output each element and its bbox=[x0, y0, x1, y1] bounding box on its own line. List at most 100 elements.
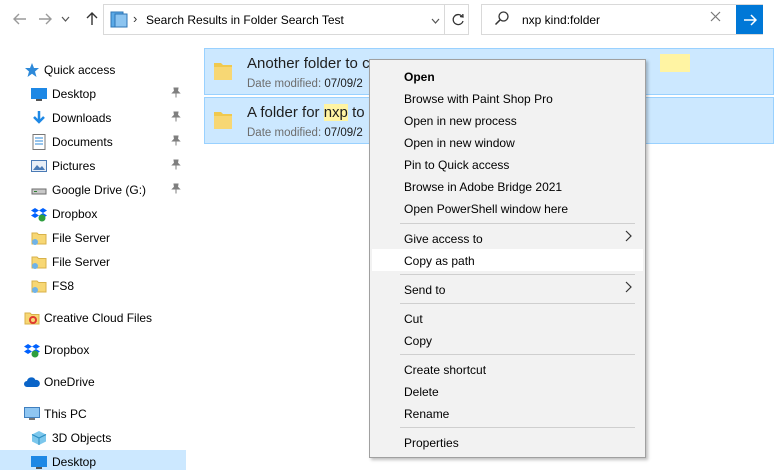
drive-icon bbox=[31, 188, 47, 195]
menu-item-browse-adobe-bridge[interactable]: Browse in Adobe Bridge 2021 bbox=[372, 175, 643, 197]
folder-icon bbox=[214, 63, 232, 80]
sidebar-item-label: FS8 bbox=[52, 279, 75, 293]
sidebar-item-desktop[interactable]: Desktop bbox=[0, 82, 186, 106]
onedrive-icon bbox=[24, 377, 40, 387]
folder-icon bbox=[31, 232, 47, 245]
sidebar-item-pictures[interactable]: Pictures bbox=[0, 154, 186, 178]
sidebar-item-creative-cloud-files[interactable]: Creative Cloud Files bbox=[0, 306, 186, 330]
address-bar[interactable]: › Search Results in Folder Search Test bbox=[103, 4, 469, 35]
sidebar-item-label: Documents bbox=[52, 135, 113, 149]
address-path: Search Results in Folder Search Test bbox=[146, 13, 344, 27]
sidebar-item-label: File Server bbox=[52, 255, 111, 269]
sidebar-item-label: Downloads bbox=[52, 111, 112, 125]
sidebar-item-label: File Server bbox=[52, 231, 111, 245]
folder-icon bbox=[214, 112, 232, 129]
pin-icon bbox=[171, 159, 181, 173]
search-hit-highlight bbox=[660, 54, 690, 72]
sidebar-item-label: Creative Cloud Files bbox=[44, 311, 153, 325]
sidebar-item-label: Quick access bbox=[44, 63, 116, 77]
sidebar-item-fs8[interactable]: FS8 bbox=[0, 274, 186, 298]
desktop-icon bbox=[31, 456, 47, 469]
address-dropdown-icon[interactable] bbox=[425, 11, 445, 30]
context-menu: Open Browse with Paint Shop Pro Open in … bbox=[369, 59, 646, 458]
up-arrow-icon[interactable] bbox=[80, 6, 104, 32]
sidebar-item-label: Dropbox bbox=[44, 343, 90, 357]
menu-item-create-shortcut[interactable]: Create shortcut bbox=[372, 358, 643, 380]
search-location-icon bbox=[110, 11, 128, 28]
result-meta: Date modified: 07/09/2 bbox=[247, 127, 363, 139]
menu-separator bbox=[400, 223, 635, 224]
sidebar-item-3d-objects[interactable]: 3D Objects bbox=[0, 426, 186, 450]
navigation-bar: › Search Results in Folder Search Test n… bbox=[0, 0, 777, 40]
menu-item-delete[interactable]: Delete bbox=[372, 380, 643, 402]
search-input[interactable]: nxp kind:folder bbox=[522, 13, 600, 27]
menu-item-properties[interactable]: Properties bbox=[372, 431, 643, 453]
pictures-icon bbox=[31, 160, 47, 172]
pin-icon bbox=[171, 111, 181, 125]
menu-item-cut[interactable]: Cut bbox=[372, 307, 643, 329]
menu-item-copy-as-path[interactable]: Copy as path bbox=[372, 249, 643, 271]
menu-item-open-new-process[interactable]: Open in new process bbox=[372, 109, 643, 131]
sidebar-item-desktop-pc[interactable]: Desktop bbox=[0, 450, 186, 470]
sidebar-item-dropbox[interactable]: Dropbox bbox=[0, 202, 186, 226]
navigation-pane: Quick access Desktop Downloads Documents… bbox=[0, 40, 186, 470]
arrow-right-icon bbox=[743, 13, 757, 26]
menu-item-open-powershell[interactable]: Open PowerShell window here bbox=[372, 197, 643, 219]
sidebar-item-label: OneDrive bbox=[44, 375, 95, 389]
refresh-icon[interactable] bbox=[444, 5, 470, 34]
folder-icon bbox=[31, 280, 47, 293]
sidebar-item-dropbox-root[interactable]: Dropbox bbox=[0, 338, 186, 362]
star-icon bbox=[25, 63, 39, 77]
sidebar-item-onedrive[interactable]: OneDrive bbox=[0, 370, 186, 394]
creative-cloud-icon bbox=[24, 312, 40, 325]
forward-arrow-icon[interactable] bbox=[33, 6, 57, 32]
recent-locations-chevron-icon[interactable] bbox=[58, 6, 72, 32]
menu-item-copy[interactable]: Copy bbox=[372, 329, 643, 351]
close-icon[interactable] bbox=[710, 9, 721, 25]
dropbox-icon bbox=[31, 208, 47, 222]
menu-item-pin-quick-access[interactable]: Pin to Quick access bbox=[372, 153, 643, 175]
sidebar-item-label: 3D Objects bbox=[52, 431, 112, 445]
cube-icon bbox=[31, 431, 47, 445]
breadcrumb-separator: › bbox=[133, 11, 138, 26]
sidebar-item-file-server-2[interactable]: File Server bbox=[0, 250, 186, 274]
download-icon bbox=[33, 111, 45, 124]
computer-icon bbox=[24, 407, 40, 420]
menu-separator bbox=[400, 427, 635, 428]
back-arrow-icon[interactable] bbox=[8, 6, 32, 32]
sidebar-item-google-drive[interactable]: Google Drive (G:) bbox=[0, 178, 186, 202]
menu-separator bbox=[400, 303, 635, 304]
result-title: Another folder to c bbox=[247, 55, 370, 72]
sidebar-item-label: Google Drive (G:) bbox=[52, 183, 147, 197]
chevron-right-icon bbox=[625, 280, 632, 297]
search-go-button[interactable] bbox=[736, 5, 763, 34]
pin-icon bbox=[171, 183, 181, 197]
pin-icon bbox=[171, 135, 181, 149]
menu-item-rename[interactable]: Rename bbox=[372, 402, 643, 424]
folder-icon bbox=[31, 256, 47, 269]
dropbox-icon bbox=[24, 344, 40, 358]
menu-separator bbox=[400, 274, 635, 275]
documents-icon bbox=[32, 134, 46, 150]
search-icon bbox=[494, 10, 510, 28]
search-box[interactable]: nxp kind:folder bbox=[481, 4, 763, 35]
sidebar-item-documents[interactable]: Documents bbox=[0, 130, 186, 154]
sidebar-item-quick-access[interactable]: Quick access bbox=[0, 58, 186, 82]
menu-item-browse-paint-shop-pro[interactable]: Browse with Paint Shop Pro bbox=[372, 87, 643, 109]
menu-item-give-access-to[interactable]: Give access to bbox=[372, 227, 643, 249]
sidebar-item-downloads[interactable]: Downloads bbox=[0, 106, 186, 130]
menu-item-open[interactable]: Open bbox=[372, 65, 643, 87]
sidebar-item-label: Dropbox bbox=[52, 207, 98, 221]
chevron-right-icon bbox=[625, 229, 632, 246]
menu-separator bbox=[400, 354, 635, 355]
pin-icon bbox=[171, 87, 181, 101]
result-meta: Date modified: 07/09/2 bbox=[247, 78, 363, 90]
sidebar-item-this-pc[interactable]: This PC bbox=[0, 402, 186, 426]
sidebar-item-file-server-1[interactable]: File Server bbox=[0, 226, 186, 250]
menu-item-open-new-window[interactable]: Open in new window bbox=[372, 131, 643, 153]
desktop-icon bbox=[31, 88, 47, 101]
sidebar-item-label: Pictures bbox=[52, 159, 96, 173]
sidebar-item-label: This PC bbox=[44, 407, 87, 421]
result-title: A folder for nxp to bbox=[247, 104, 365, 121]
menu-item-send-to[interactable]: Send to bbox=[372, 278, 643, 300]
